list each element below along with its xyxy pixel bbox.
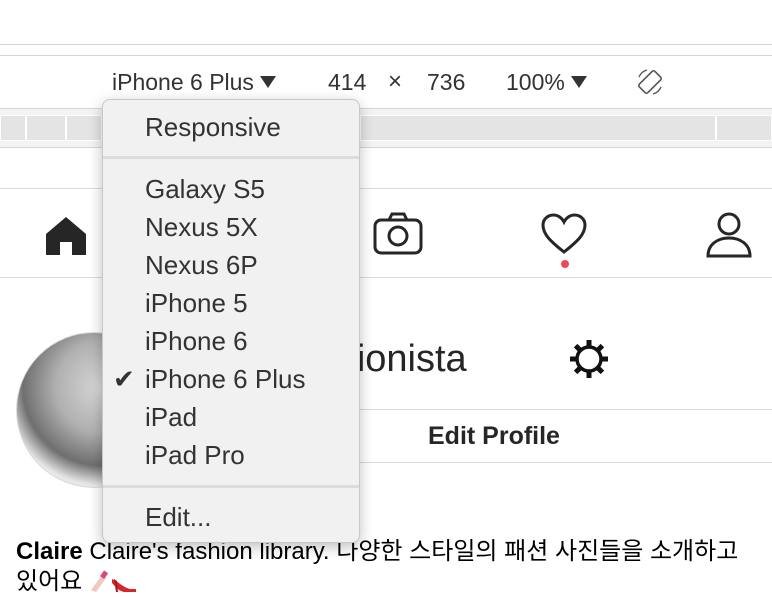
zoom-select-label: 100% — [506, 69, 565, 95]
device-select[interactable]: iPhone 6 Plus — [112, 68, 276, 96]
edit-profile-label: Edit Profile — [428, 422, 560, 450]
notification-dot — [561, 260, 569, 268]
menu-item-iphone-6[interactable]: iPhone 6 — [145, 326, 248, 356]
browser-tab-strip — [0, 45, 772, 56]
ruler-segment[interactable] — [26, 115, 66, 141]
ruler-segment[interactable] — [0, 115, 26, 141]
menu-item-nexus-6p[interactable]: Nexus 6P — [145, 250, 258, 280]
device-select-label: iPhone 6 Plus — [112, 69, 254, 95]
menu-item-responsive[interactable]: Responsive — [145, 112, 281, 142]
profile-bio: Claire Claire's fashion library. 다양한 스타일… — [16, 537, 766, 597]
menu-item-galaxy-s5[interactable]: Galaxy S5 — [145, 174, 265, 204]
device-dropdown-menu: Responsive Galaxy S5 Nexus 5X Nexus 6P i… — [102, 99, 360, 543]
width-input[interactable]: 414 — [328, 68, 366, 96]
height-input[interactable]: 736 — [427, 68, 465, 96]
menu-item-iphone-6-plus[interactable]: iPhone 6 Plus — [145, 364, 305, 394]
ruler-segment[interactable] — [716, 115, 772, 141]
menu-separator — [103, 156, 359, 159]
ruler-segment[interactable] — [66, 115, 102, 141]
bio-name: Claire — [16, 538, 83, 565]
menu-item-edit[interactable]: Edit... — [145, 502, 211, 532]
menu-item-ipad[interactable]: iPad — [145, 402, 197, 432]
camera-icon[interactable] — [372, 210, 424, 256]
rotate-device-icon[interactable] — [635, 67, 665, 97]
menu-separator — [103, 485, 359, 488]
menu-item-iphone-5[interactable]: iPhone 5 — [145, 288, 248, 318]
gear-icon[interactable] — [568, 338, 610, 380]
high-heel-icon — [112, 579, 137, 592]
profile-icon[interactable] — [704, 210, 754, 258]
ruler-segment[interactable] — [360, 115, 716, 141]
menu-item-ipad-pro[interactable]: iPad Pro — [145, 440, 245, 470]
heart-icon[interactable] — [540, 212, 588, 256]
checkmark-icon: ✔ — [113, 364, 135, 394]
nail-polish-icon — [91, 570, 109, 592]
zoom-select[interactable]: 100% — [506, 68, 587, 96]
menu-item-nexus-5x[interactable]: Nexus 5X — [145, 212, 258, 242]
home-icon[interactable] — [42, 214, 90, 258]
times-icon: × — [388, 68, 403, 95]
chevron-down-icon — [259, 75, 276, 88]
browser-top-area — [0, 0, 772, 45]
chevron-down-icon — [570, 75, 587, 88]
